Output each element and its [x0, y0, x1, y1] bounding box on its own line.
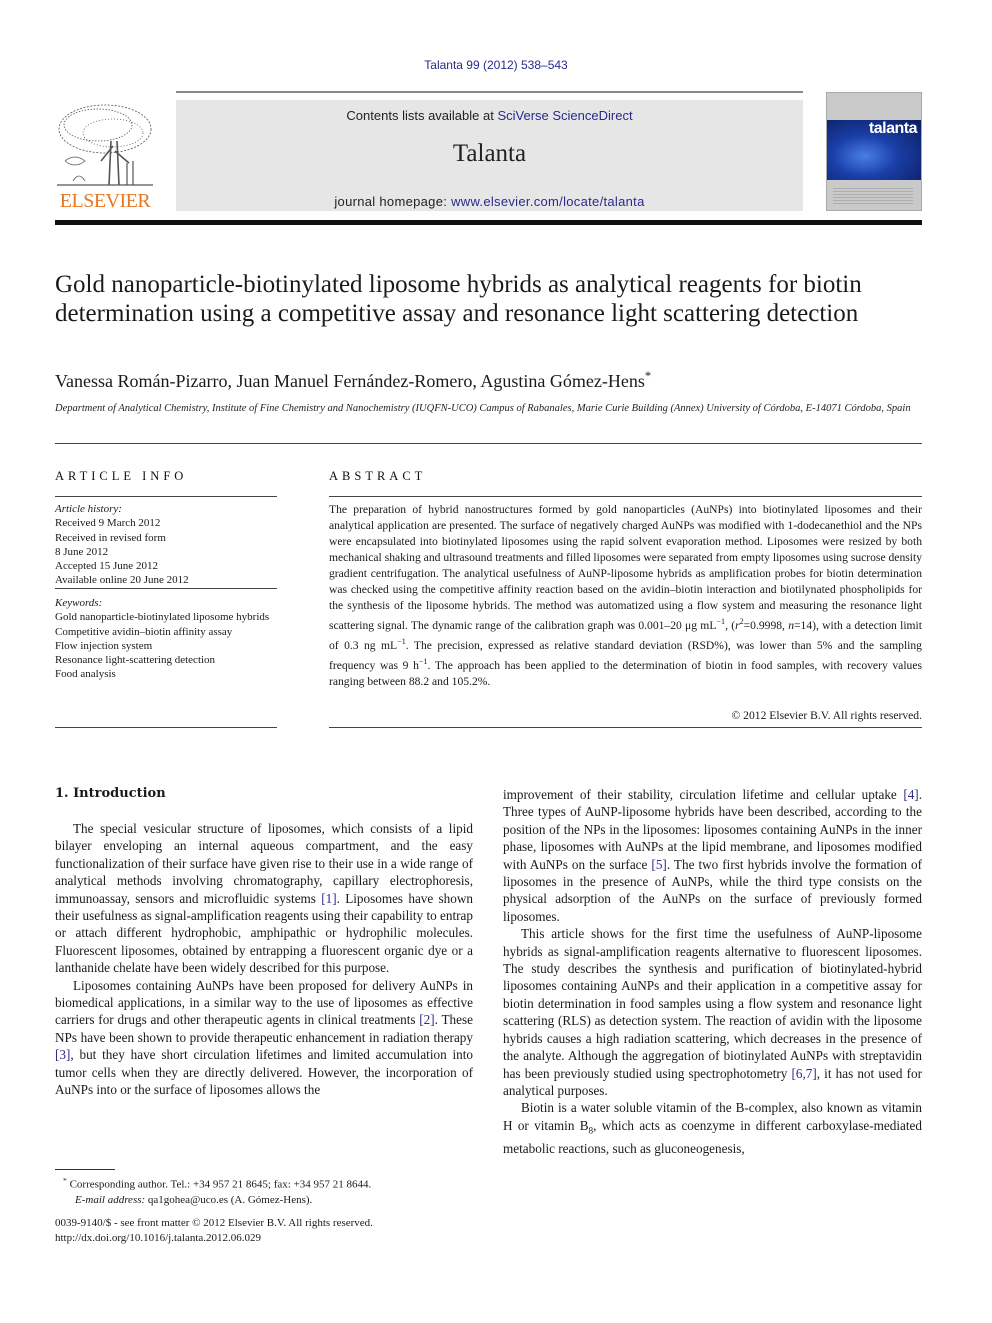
homepage-line: journal homepage: www.elsevier.com/locat…	[176, 194, 803, 209]
article-history: Article history: Received 9 March 2012 R…	[55, 502, 277, 588]
abstract-part: The preparation of hybrid nanostructures…	[329, 503, 922, 632]
contents-line: Contents lists available at SciVerse Sci…	[176, 108, 803, 123]
abstract-rule	[329, 727, 922, 728]
reference-link[interactable]: [1]	[321, 891, 336, 906]
reference-link[interactable]: [6,7]	[791, 1066, 816, 1081]
reference-link[interactable]: [2]	[419, 1012, 434, 1027]
keywords: Keywords: Gold nanoparticle-biotinylated…	[55, 596, 277, 682]
article-info-rule	[55, 588, 277, 589]
paragraph: The special vesicular structure of lipos…	[55, 820, 473, 977]
history-item: Accepted 15 June 2012	[55, 560, 158, 573]
history-item: Received 9 March 2012	[55, 517, 161, 530]
email-label: E-mail address:	[75, 1193, 146, 1206]
abstract-text: The preparation of hybrid nanostructures…	[329, 502, 922, 690]
exponent: −1	[418, 656, 428, 666]
sciencedirect-link[interactable]: SciVerse ScienceDirect	[497, 108, 632, 123]
reference-link[interactable]: [4]	[903, 787, 918, 802]
email-address[interactable]: qa1gohea@uco.es (A. Gómez-Hens).	[145, 1194, 312, 1206]
reference-link[interactable]: [3]	[55, 1047, 70, 1062]
history-item: 8 June 2012	[55, 545, 109, 558]
keyword-item: Flow injection system	[55, 639, 153, 652]
journal-masthead: Contents lists available at SciVerse Sci…	[176, 100, 803, 211]
affiliation-rule	[55, 443, 922, 444]
article-info-heading: ARTICLE INFO	[55, 469, 188, 483]
history-item: Received in revised form	[55, 531, 166, 544]
abstract-copyright: © 2012 Elsevier B.V. All rights reserved…	[731, 709, 922, 722]
paragraph: Liposomes containing AuNPs have been pro…	[55, 977, 473, 1099]
contents-prefix: Contents lists available at	[346, 108, 498, 123]
text: Liposomes containing AuNPs have been pro…	[55, 977, 473, 1028]
text: , but they have short circulation lifeti…	[55, 1047, 473, 1098]
body-column-right: improvement of their stability, circulat…	[503, 786, 922, 1157]
exponent: −1	[716, 617, 726, 626]
journal-cover-image[interactable]: talanta	[826, 92, 922, 211]
footnote-rule	[55, 1169, 115, 1170]
journal-title: Talanta	[452, 140, 527, 167]
homepage-link[interactable]: www.elsevier.com/locate/talanta	[451, 194, 645, 209]
abstract-part: , (	[725, 618, 736, 632]
publisher-name: ELSEVIER	[59, 190, 151, 212]
keyword-item: Gold nanoparticle-biotinylated liposome …	[55, 611, 270, 624]
body-column-left: The special vesicular structure of lipos…	[55, 820, 473, 1099]
authors: Vanessa Román-Pizarro, Juan Manuel Ferná…	[55, 371, 645, 391]
issn-line: 0039-9140/$ - see front matter © 2012 El…	[55, 1217, 373, 1229]
keyword-item: Resonance light-scattering detection	[55, 654, 216, 667]
keyword-item: Food analysis	[55, 668, 116, 681]
article-info-rule	[55, 496, 277, 497]
article-info-rule	[55, 727, 277, 728]
keywords-label: Keywords:	[55, 597, 103, 609]
paragraph: This article shows for the first time th…	[503, 925, 922, 1099]
elsevier-logo[interactable]: ELSEVIER	[53, 101, 157, 213]
text: This article shows for the first time th…	[503, 926, 922, 1081]
header-rule	[176, 91, 803, 93]
history-item: Available online 20 June 2012	[55, 574, 189, 587]
abstract-heading: ABSTRACT	[329, 469, 427, 483]
footnote: * Corresponding author. Tel.: +34 957 21…	[63, 1173, 483, 1208]
header-thick-rule	[55, 220, 922, 225]
exponent: −1	[397, 636, 406, 646]
journal-citation[interactable]: Talanta 99 (2012) 538–543	[0, 58, 992, 72]
keyword-item: Competitive avidin–biotin affinity assay	[55, 625, 233, 638]
corresponding-author-contact: Corresponding author. Tel.: +34 957 21 8…	[66, 1178, 372, 1191]
history-label: Article history:	[55, 503, 122, 515]
text: improvement of their stability, circulat…	[503, 787, 904, 802]
cover-title: talanta	[868, 120, 918, 137]
affiliation: Department of Analytical Chemistry, Inst…	[55, 403, 911, 414]
cover-footer-text	[833, 188, 913, 204]
section-heading-introduction: 1. Introduction	[55, 786, 166, 801]
corresponding-author-mark[interactable]: *	[645, 369, 651, 383]
tree-icon	[57, 104, 153, 186]
paragraph-continued: improvement of their stability, circulat…	[503, 786, 922, 925]
reference-link[interactable]: [5]	[651, 857, 666, 872]
abstract-part: =0.9998,	[743, 618, 789, 632]
paragraph: Biotin is a water soluble vitamin of the…	[503, 1099, 922, 1157]
front-matter: 0039-9140/$ - see front matter © 2012 El…	[55, 1216, 485, 1245]
article-title: Gold nanoparticle-biotinylated liposome …	[55, 271, 862, 327]
abstract-rule	[329, 496, 922, 497]
author-list: Vanessa Román-Pizarro, Juan Manuel Ferná…	[55, 369, 651, 392]
doi-link[interactable]: http://dx.doi.org/10.1016/j.talanta.2012…	[55, 1231, 485, 1246]
homepage-prefix: journal homepage:	[334, 194, 452, 209]
